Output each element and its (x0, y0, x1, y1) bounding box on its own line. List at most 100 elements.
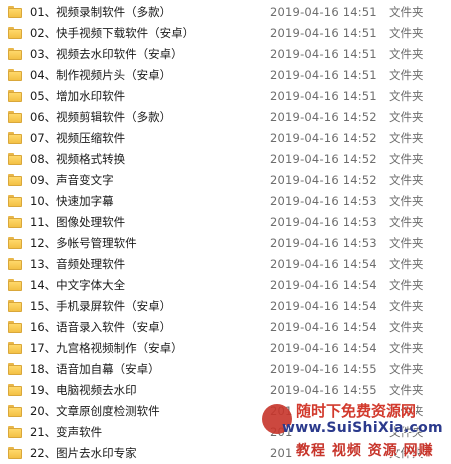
file-date-modified: 2019-04-16 14:54 (270, 257, 377, 271)
folder-icon (8, 279, 22, 291)
file-date-modified: 2019-04-16 14:52 (270, 152, 377, 166)
file-row[interactable]: 20、文章原创度检测软件 201 文件夹 (0, 401, 451, 422)
file-name: 04、制作视频片头（安卓） (30, 68, 172, 82)
file-date-modified: 2019-04-16 14:51 (270, 89, 377, 103)
file-date-modified: 2019-04-16 14:53 (270, 236, 377, 250)
file-date-modified: 2019-04-16 14:53 (270, 215, 377, 229)
file-type: 文件夹 (389, 425, 424, 439)
file-date-modified: 2019-04-16 14:54 (270, 320, 377, 334)
file-type: 文件夹 (389, 446, 424, 460)
file-type: 文件夹 (389, 257, 424, 271)
file-date-modified: 2019-04-16 14:54 (270, 278, 377, 292)
file-name: 01、视频录制软件（多款） (30, 5, 172, 19)
file-type: 文件夹 (389, 383, 424, 397)
file-name: 02、快手视频下载软件（安卓） (30, 26, 195, 40)
file-name: 07、视频压缩软件 (30, 131, 126, 145)
file-type: 文件夹 (389, 89, 424, 103)
folder-icon (8, 48, 22, 60)
file-row[interactable]: 21、变声软件 201 文件夹 (0, 422, 451, 443)
file-name: 08、视频格式转换 (30, 152, 126, 166)
file-type: 文件夹 (389, 194, 424, 208)
file-name: 20、文章原创度检测软件 (30, 404, 160, 418)
folder-icon (8, 195, 22, 207)
folder-icon (8, 6, 22, 18)
file-type: 文件夹 (389, 152, 424, 166)
file-row[interactable]: 16、语音录入软件（安卓） 2019-04-16 14:54 文件夹 (0, 317, 451, 338)
file-type: 文件夹 (389, 110, 424, 124)
file-date-modified: 201 (270, 404, 293, 418)
file-row[interactable]: 15、手机录屏软件（安卓） 2019-04-16 14:54 文件夹 (0, 296, 451, 317)
folder-icon (8, 69, 22, 81)
folder-icon (8, 27, 22, 39)
file-type: 文件夹 (389, 131, 424, 145)
file-date-modified: 2019-04-16 14:54 (270, 341, 377, 355)
file-type: 文件夹 (389, 404, 424, 418)
file-date-modified: 2019-04-16 14:55 (270, 362, 377, 376)
file-date-modified: 201 (270, 425, 293, 439)
file-row[interactable]: 06、视频剪辑软件（多款） 2019-04-16 14:52 文件夹 (0, 107, 451, 128)
file-row[interactable]: 18、语音加自幕（安卓） 2019-04-16 14:55 文件夹 (0, 359, 451, 380)
file-list: 01、视频录制软件（多款） 2019-04-16 14:51 文件夹 02、快手视频下… (0, 2, 451, 464)
folder-icon (8, 132, 22, 144)
folder-icon (8, 153, 22, 165)
folder-icon (8, 216, 22, 228)
file-row[interactable]: 02、快手视频下载软件（安卓） 2019-04-16 14:51 文件夹 (0, 23, 451, 44)
file-row[interactable]: 09、声音变文字 2019-04-16 14:52 文件夹 (0, 170, 451, 191)
file-date-modified: 2019-04-16 14:52 (270, 110, 377, 124)
folder-icon (8, 447, 22, 459)
file-type: 文件夹 (389, 47, 424, 61)
file-name: 18、语音加自幕（安卓） (30, 362, 160, 376)
file-date-modified: 2019-04-16 14:51 (270, 26, 377, 40)
file-name: 09、声音变文字 (30, 173, 114, 187)
file-row[interactable]: 01、视频录制软件（多款） 2019-04-16 14:51 文件夹 (0, 2, 451, 23)
file-name: 22、图片去水印专家 (30, 446, 137, 460)
file-row[interactable]: 11、图像处理软件 2019-04-16 14:53 文件夹 (0, 212, 451, 233)
file-type: 文件夹 (389, 278, 424, 292)
file-name: 17、九宫格视频制作（安卓） (30, 341, 183, 355)
file-type: 文件夹 (389, 5, 424, 19)
file-row[interactable]: 17、九宫格视频制作（安卓） 2019-04-16 14:54 文件夹 (0, 338, 451, 359)
file-row[interactable]: 19、电脑视频去水印 2019-04-16 14:55 文件夹 (0, 380, 451, 401)
file-type: 文件夹 (389, 341, 424, 355)
folder-icon (8, 258, 22, 270)
file-type: 文件夹 (389, 362, 424, 376)
file-name: 21、变声软件 (30, 425, 103, 439)
file-type: 文件夹 (389, 236, 424, 250)
file-date-modified: 2019-04-16 14:54 (270, 299, 377, 313)
file-type: 文件夹 (389, 215, 424, 229)
file-type: 文件夹 (389, 26, 424, 40)
file-date-modified: 201 (270, 446, 293, 460)
folder-icon (8, 321, 22, 333)
file-row[interactable]: 10、快速加字幕 2019-04-16 14:53 文件夹 (0, 191, 451, 212)
file-row[interactable]: 03、视频去水印软件（安卓） 2019-04-16 14:51 文件夹 (0, 44, 451, 65)
file-name: 16、语音录入软件（安卓） (30, 320, 172, 334)
file-type: 文件夹 (389, 320, 424, 334)
file-name: 03、视频去水印软件（安卓） (30, 47, 183, 61)
file-name: 13、音频处理软件 (30, 257, 126, 271)
file-name: 06、视频剪辑软件（多款） (30, 110, 172, 124)
file-date-modified: 2019-04-16 14:52 (270, 131, 377, 145)
folder-icon (8, 363, 22, 375)
file-name: 12、多帐号管理软件 (30, 236, 137, 250)
file-date-modified: 2019-04-16 14:53 (270, 194, 377, 208)
folder-icon (8, 384, 22, 396)
file-name: 11、图像处理软件 (30, 215, 126, 229)
file-row[interactable]: 12、多帐号管理软件 2019-04-16 14:53 文件夹 (0, 233, 451, 254)
file-row[interactable]: 07、视频压缩软件 2019-04-16 14:52 文件夹 (0, 128, 451, 149)
file-name: 19、电脑视频去水印 (30, 383, 137, 397)
file-type: 文件夹 (389, 173, 424, 187)
folder-icon (8, 426, 22, 438)
folder-icon (8, 237, 22, 249)
file-row[interactable]: 08、视频格式转换 2019-04-16 14:52 文件夹 (0, 149, 451, 170)
file-name: 05、增加水印软件 (30, 89, 126, 103)
file-name: 15、手机录屏软件（安卓） (30, 299, 172, 313)
folder-icon (8, 174, 22, 186)
file-row[interactable]: 05、增加水印软件 2019-04-16 14:51 文件夹 (0, 86, 451, 107)
file-row[interactable]: 14、中文字体大全 2019-04-16 14:54 文件夹 (0, 275, 451, 296)
file-row[interactable]: 13、音频处理软件 2019-04-16 14:54 文件夹 (0, 254, 451, 275)
file-row[interactable]: 04、制作视频片头（安卓） 2019-04-16 14:51 文件夹 (0, 65, 451, 86)
file-date-modified: 2019-04-16 14:51 (270, 47, 377, 61)
file-row[interactable]: 22、图片去水印专家 201 文件夹 (0, 443, 451, 464)
file-date-modified: 2019-04-16 14:55 (270, 383, 377, 397)
file-date-modified: 2019-04-16 14:51 (270, 5, 377, 19)
